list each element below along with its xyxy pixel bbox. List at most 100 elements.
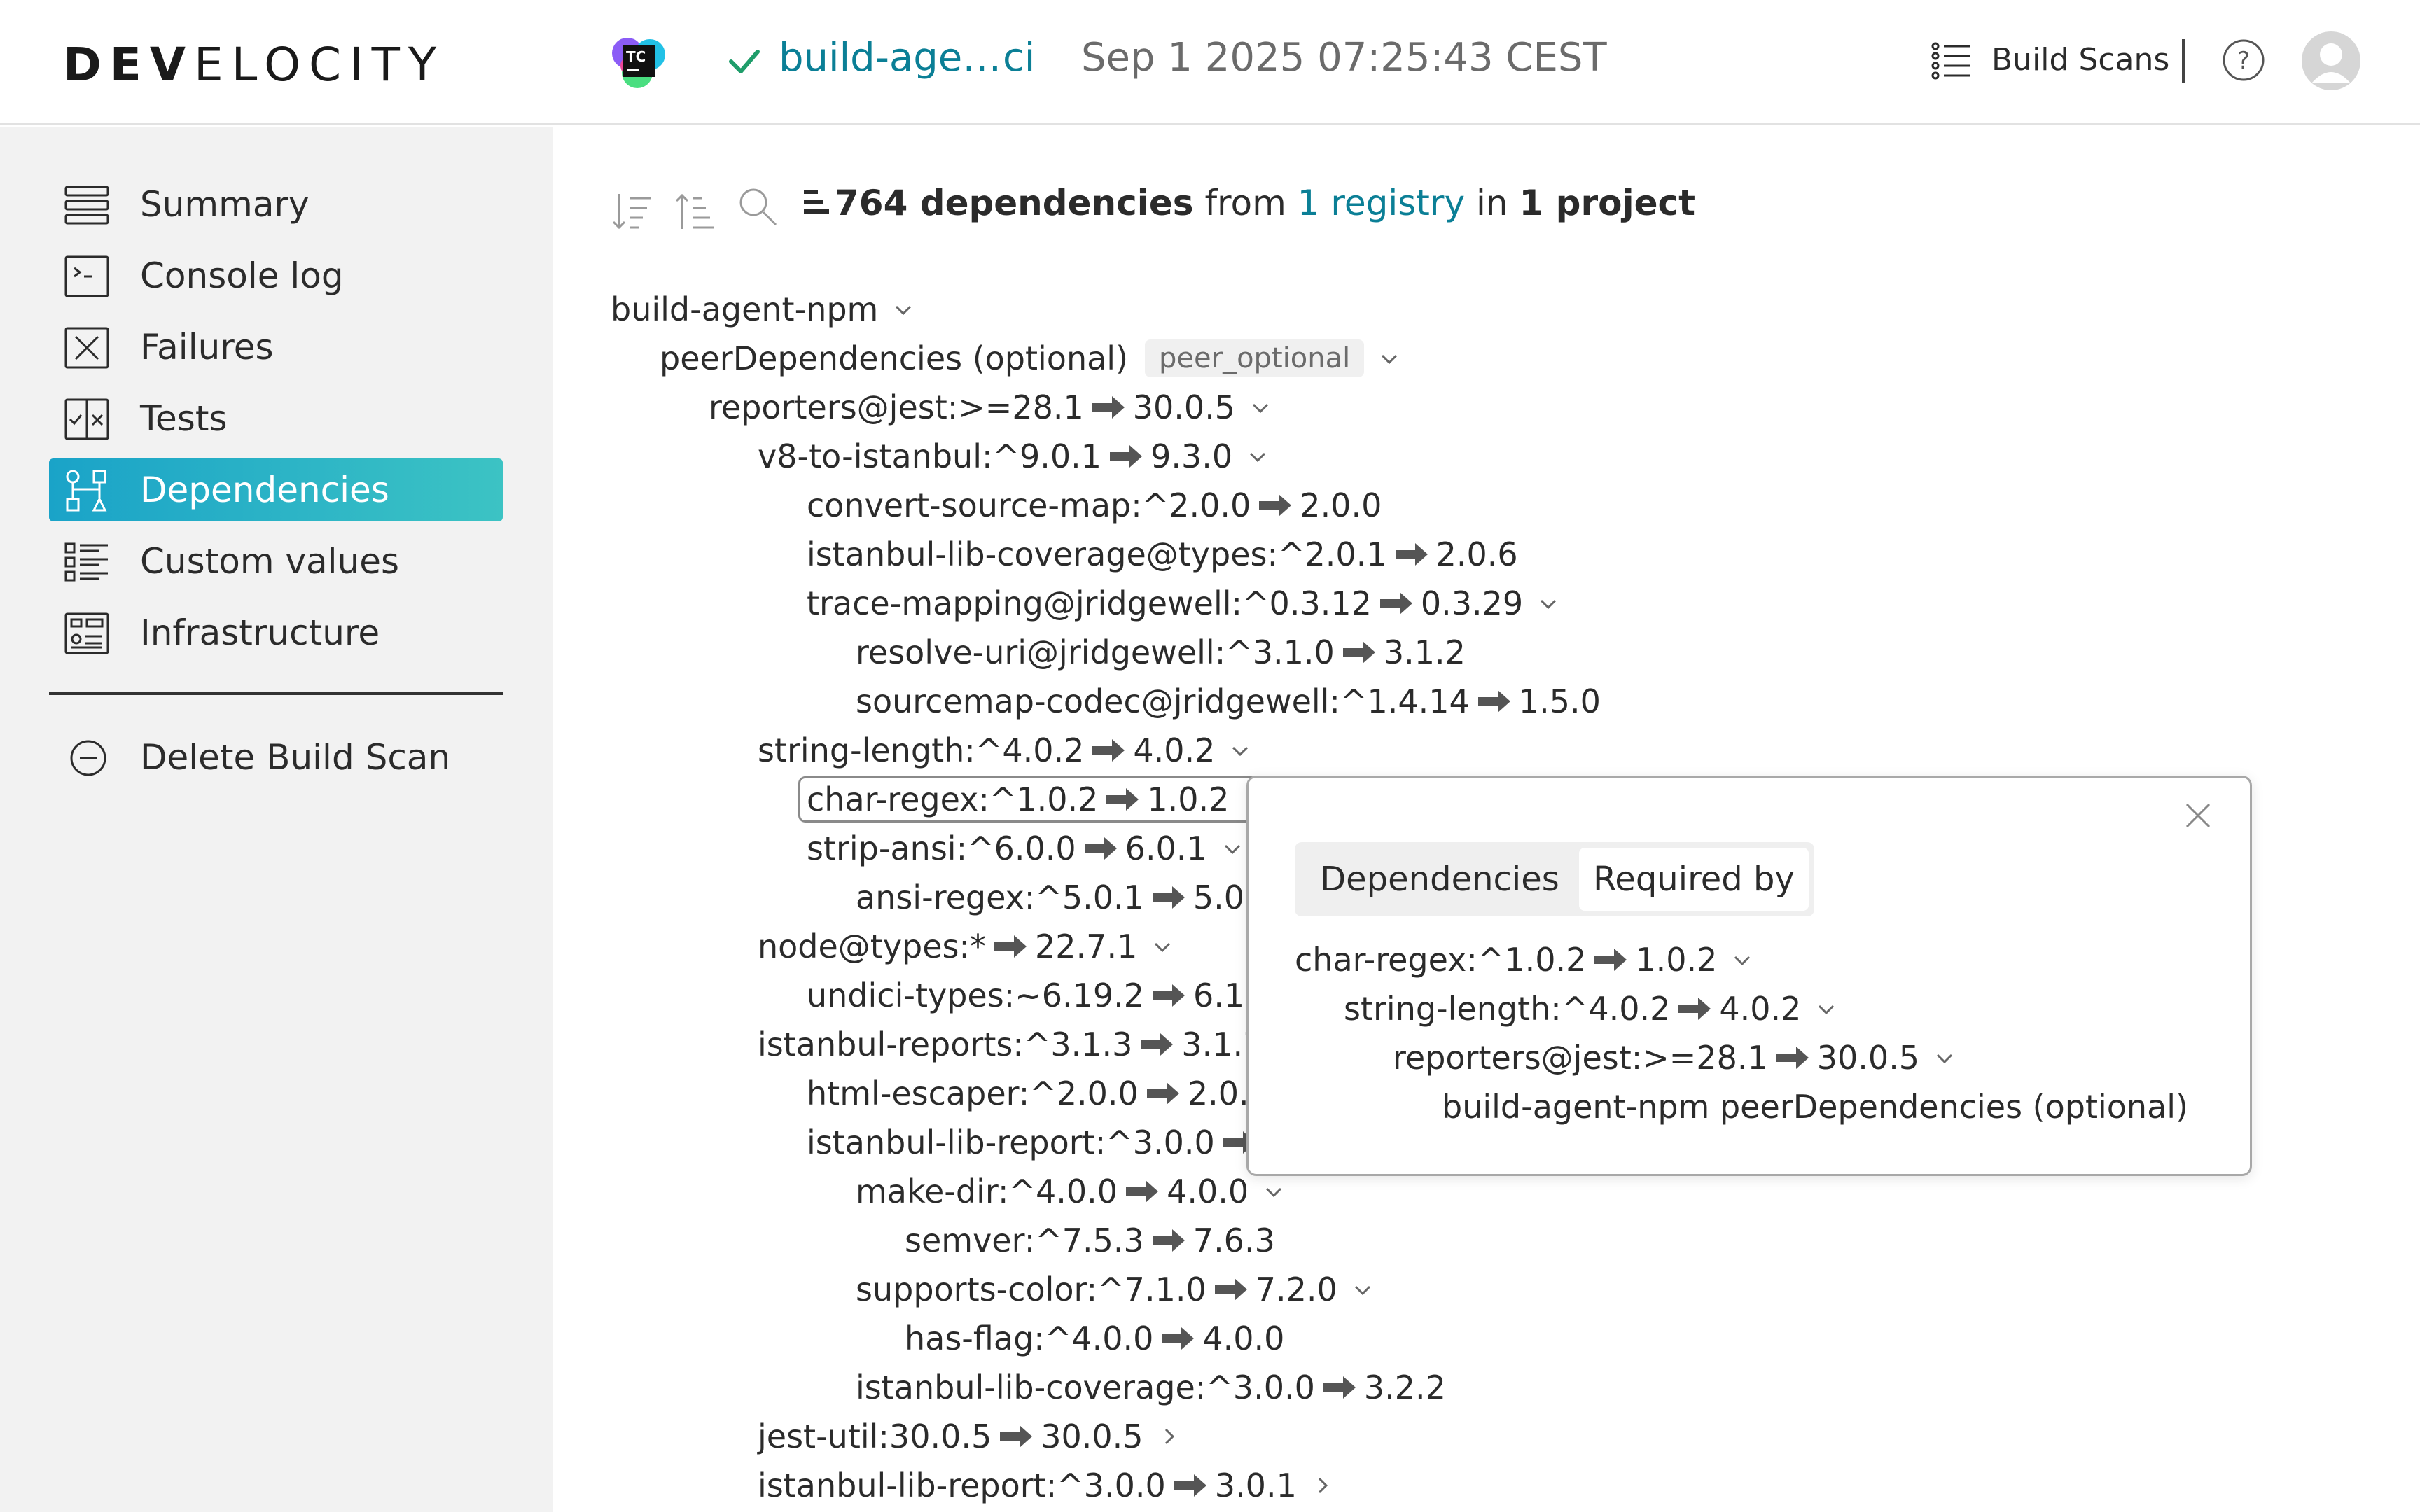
- popup-node[interactable]: char-regex:^1.0.2 1.0.2: [1295, 938, 1752, 981]
- search-icon[interactable]: [737, 186, 780, 229]
- tree-node[interactable]: jest-util:30.0.5 30.0.5: [758, 1415, 1178, 1458]
- tree-node[interactable]: v8-to-istanbul:^9.0.1 9.3.0: [758, 435, 1267, 478]
- node-name: istanbul-reports:^3.1.3: [758, 1026, 1133, 1063]
- tree-node[interactable]: has-flag:^4.0.0 4.0.0: [905, 1317, 1284, 1360]
- node-name: semver:^7.5.3: [905, 1222, 1144, 1259]
- chevron-down-icon[interactable]: [1251, 398, 1270, 417]
- sidebar-item-console-log[interactable]: Console log: [49, 244, 503, 307]
- tree-node[interactable]: trace-mapping@jridgewell:^0.3.12 0.3.29: [807, 582, 1558, 625]
- build-timestamp: Sep 1 2025 07:25:43 CEST: [1081, 35, 1607, 80]
- node-name: build-agent-npm: [611, 290, 879, 328]
- arrow-right-icon: [1152, 1229, 1185, 1252]
- user-avatar[interactable]: [2301, 31, 2361, 91]
- popup-node[interactable]: string-length:^4.0.2 4.0.2: [1344, 987, 1836, 1030]
- node-version: 2.0.0: [1300, 486, 1382, 524]
- tree-peer-group[interactable]: peerDependencies (optional) peer_optiona…: [660, 337, 1399, 380]
- chevron-down-icon[interactable]: [1816, 999, 1836, 1018]
- tree-node[interactable]: istanbul-reports:^3.1.3 3.1.7: [758, 1023, 1263, 1066]
- teamcity-icon[interactable]: TC: [609, 35, 669, 91]
- sidebar-item-summary[interactable]: Summary: [49, 173, 503, 236]
- node-name: convert-source-map:^2.0.0: [807, 486, 1251, 524]
- tree-node[interactable]: semver:^7.5.3 7.6.3: [905, 1219, 1275, 1262]
- ci-tag-link[interactable]: ci: [1003, 35, 1035, 80]
- chevron-down-icon[interactable]: [1935, 1048, 1954, 1068]
- tree-node[interactable]: reporters@jest:>=28.1 30.0.5: [709, 386, 1270, 429]
- tree-node[interactable]: html-escaper:^2.0.0 2.0.2: [807, 1072, 1270, 1115]
- tab-dependencies[interactable]: Dependencies: [1300, 848, 1579, 911]
- sidebar-item-custom-values[interactable]: Custom values: [49, 530, 503, 593]
- tree-node[interactable]: supports-color:^7.1.0 7.2.0: [856, 1268, 1372, 1311]
- sort-ascending-icon[interactable]: [674, 190, 717, 233]
- list-icon[interactable]: [1930, 39, 1973, 83]
- tree-node[interactable]: string-length:^4.0.2 4.0.2: [758, 729, 1250, 772]
- sidebar-item-tests[interactable]: Tests: [49, 387, 503, 450]
- tree-node[interactable]: convert-source-map:^2.0.0 2.0.0: [807, 484, 1382, 527]
- chevron-down-icon[interactable]: [1264, 1182, 1284, 1201]
- tree-node[interactable]: istanbul-lib-report:^3.0.0 3.0.1: [758, 1464, 1332, 1507]
- tab-required-by[interactable]: Required by: [1579, 848, 1809, 911]
- tree-node[interactable]: make-dir:^4.0.0 4.0.0: [856, 1170, 1284, 1213]
- node-version: 9.3.0: [1150, 438, 1233, 475]
- chevron-down-icon[interactable]: [1153, 937, 1172, 956]
- tree-node[interactable]: istanbul-lib-report:^3.0.0 3: [807, 1121, 1284, 1164]
- delete-build-scan-button[interactable]: Delete Build Scan: [49, 726, 503, 789]
- node-name: html-escaper:^2.0.0: [807, 1074, 1139, 1112]
- chevron-down-icon[interactable]: [893, 300, 913, 319]
- popup-node[interactable]: reporters@jest:>=28.1 30.0.5: [1393, 1036, 1954, 1079]
- tree-node[interactable]: strip-ansi:^6.0.0 6.0.1: [807, 827, 1242, 870]
- build-scans-link[interactable]: Build Scans: [1991, 42, 2169, 78]
- node-name: istanbul-lib-report:^3.0.0: [807, 1124, 1215, 1161]
- tree-node[interactable]: resolve-uri@jridgewell:^3.1.0 3.1.2: [856, 631, 1466, 674]
- sidebar-item-label: Infrastructure: [140, 612, 380, 653]
- tree-node[interactable]: istanbul-lib-coverage:^3.0.0 3.2.2: [856, 1366, 1446, 1409]
- arrow-right-icon: [1141, 1033, 1174, 1056]
- chevron-down-icon[interactable]: [1248, 447, 1267, 466]
- sidebar-item-label: Summary: [140, 184, 310, 225]
- tree-node-selected[interactable]: char-regex:^1.0.2 1.0.2: [807, 778, 1229, 821]
- node-name: istanbul-lib-coverage:^3.0.0: [856, 1368, 1315, 1406]
- delete-build-scan-label: Delete Build Scan: [140, 737, 451, 778]
- chevron-down-icon[interactable]: [1223, 839, 1242, 858]
- peer-optional-badge: peer_optional: [1145, 340, 1365, 377]
- arrow-right-icon: [1092, 739, 1125, 762]
- tree-node[interactable]: node@types:* 22.7.1: [758, 925, 1172, 968]
- tree-node[interactable]: undici-types:~6.19.2 6.19.: [807, 974, 1275, 1017]
- sidebar-item-label: Custom values: [140, 541, 400, 582]
- sidebar-item-label: Dependencies: [140, 470, 389, 510]
- chevron-down-icon[interactable]: [1230, 741, 1250, 760]
- sidebar-divider: [49, 692, 503, 695]
- arrow-right-icon: [1214, 1278, 1247, 1301]
- chevron-down-icon[interactable]: [1379, 349, 1399, 368]
- node-name: istanbul-lib-coverage@types:^2.0.1: [807, 536, 1387, 573]
- sidebar-item-failures[interactable]: Failures: [49, 316, 503, 379]
- popup-root-node[interactable]: build-agent-npm peerDependencies (option…: [1442, 1085, 2188, 1128]
- chevron-down-icon[interactable]: [1353, 1280, 1372, 1299]
- tree-root-node[interactable]: build-agent-npm: [611, 288, 913, 331]
- arrow-right-icon: [1162, 1327, 1195, 1350]
- node-version: 4.0.0: [1202, 1320, 1285, 1357]
- tree-node[interactable]: ansi-regex:^5.0.1 5.0.1: [856, 876, 1275, 919]
- sidebar-item-dependencies[interactable]: Dependencies: [49, 458, 503, 522]
- chevron-right-icon[interactable]: [1159, 1427, 1178, 1446]
- close-icon[interactable]: [2181, 799, 2215, 832]
- tree-node[interactable]: sourcemap-codec@jridgewell:^1.4.14 1.5.0: [856, 680, 1601, 723]
- minus-circle-icon: [70, 740, 106, 776]
- sidebar-item-infrastructure[interactable]: Infrastructure: [49, 601, 503, 664]
- node-version: 1.0.2: [1635, 941, 1718, 979]
- build-name-link[interactable]: build-age…: [779, 35, 1001, 80]
- node-name: char-regex:^1.0.2: [1295, 941, 1587, 979]
- node-name: jest-util:30.0.5: [758, 1418, 992, 1455]
- registry-link[interactable]: 1 registry: [1298, 183, 1465, 223]
- node-version: 7.2.0: [1255, 1270, 1337, 1308]
- arrow-right-icon: [1379, 592, 1412, 615]
- chevron-right-icon[interactable]: [1312, 1476, 1332, 1495]
- chevron-down-icon[interactable]: [1538, 594, 1558, 613]
- node-version: 1.0.2: [1147, 780, 1230, 818]
- develocity-logo[interactable]: DEVELOCITY: [63, 38, 445, 92]
- sidebar: Summary Console log Failures Tests Depen…: [0, 127, 553, 1512]
- node-name: has-flag:^4.0.0: [905, 1320, 1154, 1357]
- chevron-down-icon[interactable]: [1732, 950, 1752, 969]
- sort-descending-icon[interactable]: [611, 190, 654, 233]
- help-icon[interactable]: ?: [2221, 38, 2266, 83]
- tree-node[interactable]: istanbul-lib-coverage@types:^2.0.1 2.0.6: [807, 533, 1518, 576]
